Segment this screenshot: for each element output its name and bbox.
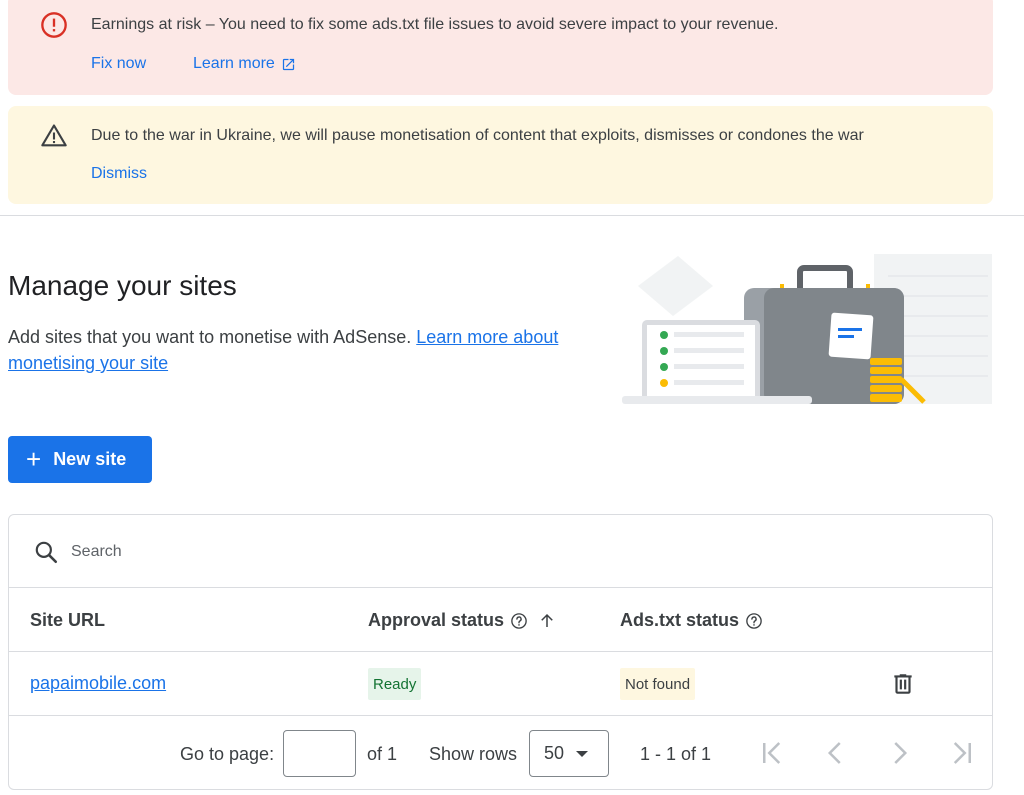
search-input[interactable] — [71, 537, 571, 567]
page-title: Manage your sites — [8, 270, 237, 301]
dismiss-link[interactable]: Dismiss — [91, 165, 147, 183]
learn-more-label: Learn more — [193, 55, 275, 72]
fix-now-link[interactable]: Fix now — [91, 55, 146, 73]
pagination-bar: Go to page: of 1 Show rows 50 1 - 1 of 1 — [9, 716, 992, 790]
sort-ascending-icon[interactable] — [538, 612, 556, 630]
sites-table: Site URL Approval status Ads.txt status … — [8, 514, 993, 790]
table-header: Site URL Approval status Ads.txt status — [9, 588, 992, 652]
help-icon[interactable] — [510, 612, 528, 630]
earnings-at-risk-banner: Earnings at risk – You need to fix some … — [8, 0, 993, 95]
search-bar — [9, 515, 992, 588]
open-in-new-icon — [282, 58, 294, 70]
approval-status-badge: Ready — [368, 668, 422, 700]
column-header-approval-status[interactable]: Approval status — [368, 610, 556, 631]
section-divider — [0, 215, 1024, 216]
search-icon — [35, 541, 58, 564]
fix-now-label: Fix now — [91, 55, 147, 72]
show-rows-label: Show rows — [429, 744, 518, 764]
learn-more-link[interactable]: Learn more — [193, 55, 296, 73]
column-header-site-url[interactable]: Site URL — [30, 610, 105, 631]
ads-txt-status-badge: Not found — [620, 668, 696, 700]
dismiss-label: Dismiss — [91, 165, 147, 182]
first-page-icon[interactable] — [758, 738, 788, 768]
column-label: Ads.txt status — [620, 610, 740, 630]
column-header-ads-txt-status[interactable]: Ads.txt status — [620, 610, 763, 631]
error-circle-icon — [41, 12, 67, 38]
column-label: Approval status — [368, 610, 505, 630]
dropdown-arrow-icon — [576, 750, 589, 757]
delete-icon[interactable] — [890, 671, 916, 697]
previous-page-icon[interactable] — [821, 738, 851, 768]
sites-illustration — [622, 254, 992, 404]
description-text: Add sites that you want to monetise with… — [8, 327, 412, 347]
plus-icon: + — [26, 443, 42, 474]
page-count-text: of 1 — [367, 744, 398, 764]
banner-message: Earnings at risk – You need to fix some … — [91, 16, 779, 33]
help-icon[interactable] — [745, 612, 763, 630]
banner-message: Due to the war in Ukraine, we will pause… — [91, 127, 864, 144]
page-description: Add sites that you want to monetise with… — [8, 324, 608, 376]
rows-per-page-select[interactable]: 50 — [529, 730, 609, 777]
table-row: papaimobile.com Ready Not found — [9, 652, 992, 716]
next-page-icon[interactable] — [884, 738, 914, 768]
range-text: 1 - 1 of 1 — [640, 744, 712, 764]
go-to-page-label: Go to page: — [180, 744, 275, 764]
new-site-button[interactable]: + New site — [8, 436, 152, 483]
rows-per-page-value: 50 — [544, 743, 565, 763]
column-label: Site URL — [30, 610, 106, 630]
ukraine-war-banner: Due to the war in Ukraine, we will pause… — [8, 106, 993, 204]
last-page-icon[interactable] — [946, 738, 976, 768]
page-number-input[interactable] — [283, 730, 356, 777]
site-url-link[interactable]: papaimobile.com — [30, 673, 166, 694]
warning-triangle-icon — [41, 124, 67, 147]
new-site-label: New site — [53, 449, 127, 469]
